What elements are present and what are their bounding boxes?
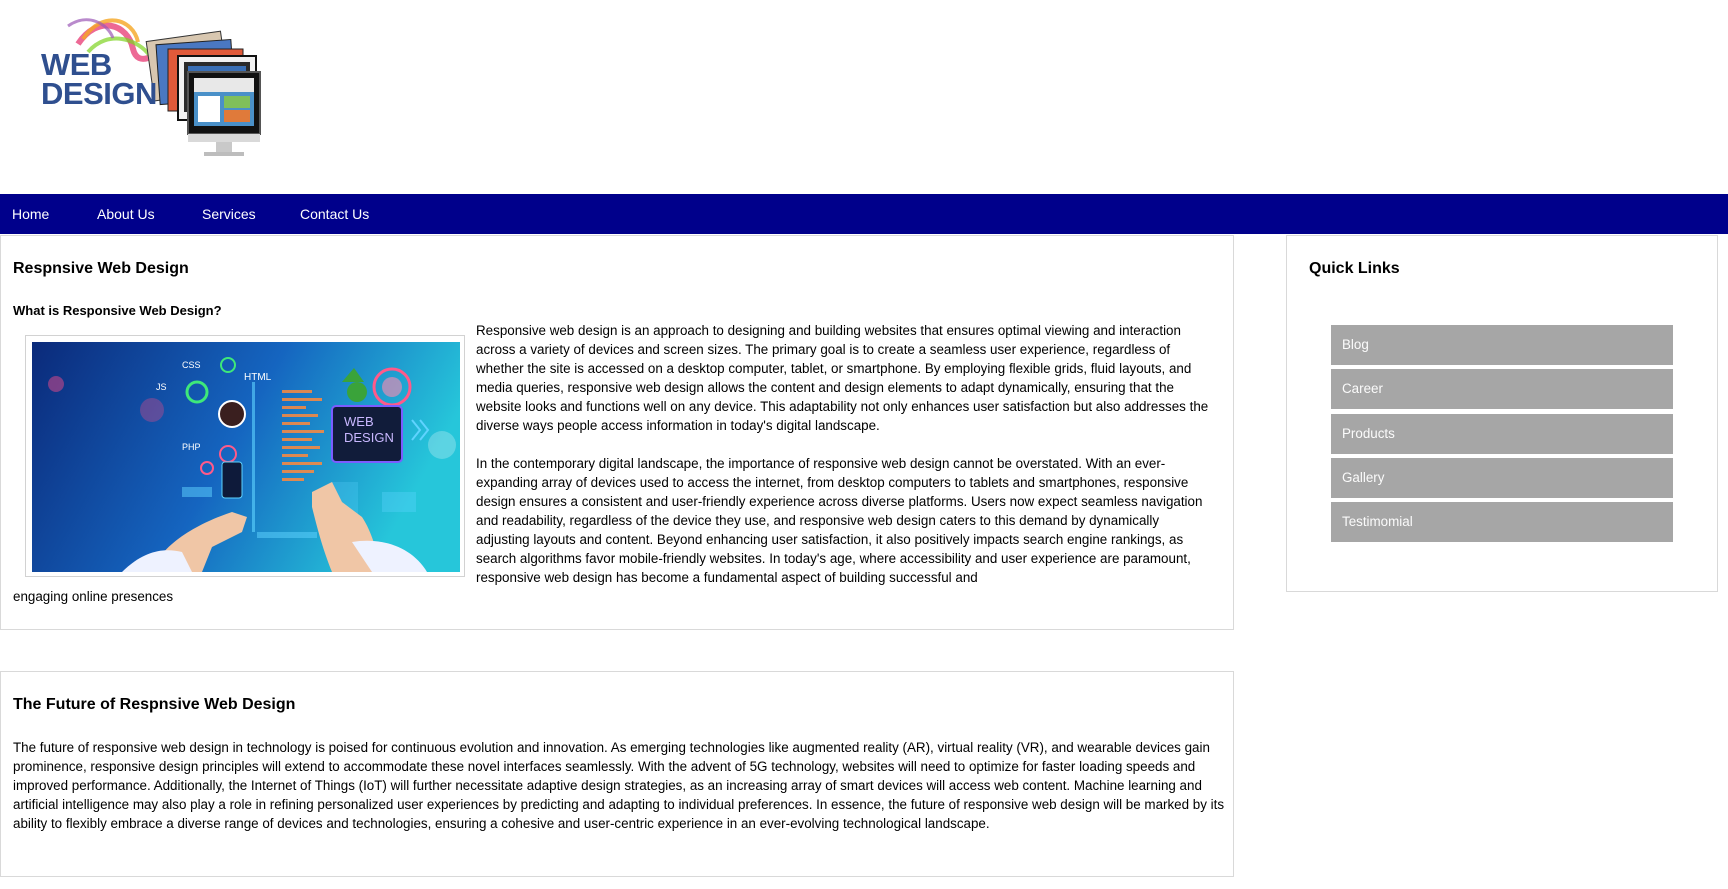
image-badge-line1: WEB	[344, 414, 374, 429]
article-paragraph-2-end: engaging online presences	[13, 589, 174, 604]
logo-text-line2: DESIGN	[41, 76, 157, 111]
main-nav: Home About Us Services Contact Us	[0, 194, 1728, 234]
quick-link-products[interactable]: Products	[1331, 414, 1673, 454]
site-logo[interactable]: WEB DESIGN	[38, 14, 288, 164]
image-label-js: JS	[156, 382, 167, 392]
image-label-css: CSS	[182, 360, 201, 370]
quick-link-blog[interactable]: Blog	[1331, 325, 1673, 365]
article-paragraph-1: Responsive web design is an approach to …	[476, 323, 1209, 433]
nav-item-home[interactable]: Home	[12, 194, 49, 234]
image-label-html: HTML	[244, 372, 272, 383]
logo-text-line1: WEB	[41, 47, 112, 82]
article-panel: Respnsive Web Design What is Responsive …	[0, 235, 1234, 630]
logo-text: WEB DESIGN	[41, 47, 157, 111]
quick-links-panel: Quick Links Blog Career Products Gallery…	[1286, 235, 1718, 592]
article-paragraph-2-part-1: In the contemporary digital landscape, t…	[476, 456, 1203, 585]
quick-link-gallery[interactable]: Gallery	[1331, 458, 1673, 498]
future-title: The Future of Respnsive Web Design	[13, 696, 296, 713]
article-image: CSS JS HTML PHP WEB DESIGN	[25, 335, 465, 577]
future-panel: The Future of Respnsive Web Design The f…	[0, 671, 1234, 877]
image-label-php: PHP	[182, 442, 201, 452]
nav-item-services[interactable]: Services	[202, 194, 256, 234]
web-design-illustration: CSS JS HTML PHP WEB DESIGN	[32, 342, 460, 572]
future-paragraph: The future of responsive web design in t…	[13, 740, 1225, 831]
image-badge-line2: DESIGN	[344, 430, 394, 445]
article-subtitle: What is Responsive Web Design?	[13, 303, 222, 318]
quick-link-career[interactable]: Career	[1331, 369, 1673, 409]
quick-link-testimonial[interactable]: Testimomial	[1331, 502, 1673, 542]
nav-item-about-us[interactable]: About Us	[97, 194, 155, 234]
site-header: WEB DESIGN	[0, 0, 1728, 194]
quick-links-title: Quick Links	[1309, 260, 1400, 277]
article-title: Respnsive Web Design	[13, 260, 189, 277]
nav-item-contact-us[interactable]: Contact Us	[300, 194, 369, 234]
